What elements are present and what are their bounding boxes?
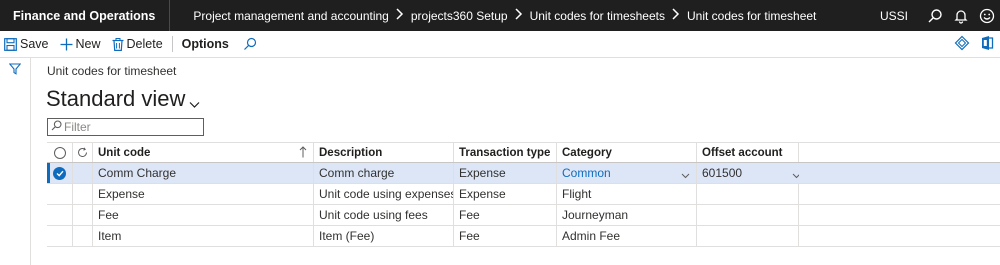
save-button[interactable]: Save bbox=[0, 31, 53, 58]
options-tab[interactable]: Options bbox=[178, 31, 233, 58]
filter-input[interactable] bbox=[64, 120, 194, 134]
row-selector[interactable] bbox=[47, 205, 73, 225]
column-header-label: Unit code bbox=[98, 146, 151, 159]
chevron-right-icon bbox=[389, 7, 411, 24]
search-icon[interactable] bbox=[922, 0, 948, 31]
cell-category[interactable]: Flight bbox=[557, 184, 697, 204]
trash-icon bbox=[112, 37, 124, 51]
cell-offset-account[interactable] bbox=[697, 226, 799, 246]
action-pane: Save New Delete Options bbox=[0, 31, 1000, 58]
unit-codes-grid: Unit code Description Transaction type C… bbox=[47, 142, 1000, 247]
cell-transaction-type[interactable]: Fee bbox=[454, 226, 557, 246]
checkmark-icon bbox=[53, 166, 66, 180]
table-row[interactable]: Item Item (Fee) Fee Admin Fee bbox=[47, 226, 1000, 247]
column-header-category[interactable]: Category bbox=[557, 143, 697, 162]
filter-box bbox=[47, 118, 204, 136]
refresh-icon[interactable] bbox=[73, 143, 93, 162]
chevron-down-icon[interactable] bbox=[681, 168, 690, 182]
breadcrumb-item-module[interactable]: Project management and accounting bbox=[193, 9, 388, 23]
table-row[interactable]: Fee Unit code using fees Fee Journeyman bbox=[47, 205, 1000, 226]
bell-icon[interactable] bbox=[948, 0, 974, 31]
top-right-tools: USSI bbox=[880, 0, 1000, 31]
search-icon bbox=[51, 120, 62, 134]
breadcrumb-item-current: Unit codes for timesheet bbox=[687, 8, 817, 23]
new-button[interactable]: New bbox=[56, 31, 105, 58]
table-row[interactable]: Expense Unit code using expenses Expense… bbox=[47, 184, 1000, 205]
cell-transaction-type[interactable]: Expense bbox=[454, 163, 557, 183]
search-icon bbox=[243, 37, 256, 50]
table-row[interactable]: Comm Charge Comm charge Expense Common 6… bbox=[47, 163, 1000, 184]
delete-label: Delete bbox=[126, 37, 163, 51]
row-selector[interactable] bbox=[47, 226, 73, 246]
breadcrumb-item-setup[interactable]: projects360 Setup bbox=[411, 9, 508, 23]
offset-account-value: 601500 bbox=[702, 166, 743, 180]
cell-description[interactable]: Unit code using fees bbox=[314, 205, 454, 225]
smiley-icon[interactable] bbox=[974, 0, 1000, 31]
breadcrumb-item-unit-codes[interactable]: Unit codes for timesheets bbox=[530, 9, 665, 23]
selection-indicator bbox=[47, 163, 50, 183]
cell-description[interactable]: Comm charge bbox=[314, 163, 454, 183]
top-nav-bar: Finance and Operations Project managemen… bbox=[0, 0, 1000, 31]
cell-unit-code[interactable]: Fee bbox=[93, 205, 314, 225]
select-all-radio[interactable] bbox=[47, 143, 73, 162]
chevron-down-icon bbox=[189, 89, 200, 115]
category-value: Common bbox=[562, 166, 611, 180]
column-header-description[interactable]: Description bbox=[314, 143, 454, 162]
cell-unit-code[interactable]: Expense bbox=[93, 184, 314, 204]
sort-ascending-icon bbox=[299, 146, 307, 161]
page-caption: Unit codes for timesheet bbox=[47, 64, 177, 78]
cell-transaction-type[interactable]: Fee bbox=[454, 205, 557, 225]
cell-offset-account[interactable] bbox=[697, 184, 799, 204]
app-name[interactable]: Finance and Operations bbox=[0, 0, 171, 31]
action-divider bbox=[171, 36, 173, 52]
column-header-offset-account[interactable]: Offset account bbox=[697, 143, 799, 162]
grid-header: Unit code Description Transaction type C… bbox=[47, 142, 1000, 163]
action-search-button[interactable] bbox=[239, 31, 264, 58]
category-dropdown[interactable]: Common bbox=[557, 163, 697, 183]
cell-category[interactable]: Admin Fee bbox=[557, 226, 697, 246]
cell-category[interactable]: Journeyman bbox=[557, 205, 697, 225]
plus-icon bbox=[60, 38, 72, 50]
cell-unit-code[interactable]: Comm Charge bbox=[93, 163, 314, 183]
cell-unit-code[interactable]: Item bbox=[93, 226, 314, 246]
filter-pane-rail bbox=[0, 58, 31, 265]
action-right-tools bbox=[954, 31, 994, 58]
breadcrumb: Project management and accounting projec… bbox=[170, 0, 816, 31]
delete-button[interactable]: Delete bbox=[108, 31, 167, 58]
column-header-unit-code[interactable]: Unit code bbox=[93, 143, 314, 162]
view-title: Standard view bbox=[46, 86, 186, 111]
save-label: Save bbox=[20, 37, 49, 51]
diamond-icon[interactable] bbox=[954, 35, 970, 54]
cell-offset-account[interactable] bbox=[697, 205, 799, 225]
row-selector[interactable] bbox=[47, 184, 73, 204]
row-selector[interactable] bbox=[47, 163, 73, 183]
offset-account-dropdown[interactable]: 601500 bbox=[697, 163, 799, 183]
chevron-down-icon[interactable] bbox=[792, 168, 799, 182]
save-icon bbox=[4, 37, 17, 51]
office-icon[interactable] bbox=[980, 35, 994, 54]
cell-description[interactable]: Item (Fee) bbox=[314, 226, 454, 246]
cell-transaction-type[interactable]: Expense bbox=[454, 184, 557, 204]
new-label: New bbox=[75, 37, 101, 51]
funnel-icon[interactable] bbox=[8, 63, 22, 78]
view-selector[interactable]: Standard view bbox=[46, 83, 200, 115]
cell-description[interactable]: Unit code using expenses bbox=[314, 184, 454, 204]
chevron-right-icon bbox=[508, 7, 530, 24]
column-header-transaction-type[interactable]: Transaction type bbox=[454, 143, 557, 162]
company-picker[interactable]: USSI bbox=[880, 9, 908, 23]
chevron-right-icon bbox=[665, 7, 687, 24]
